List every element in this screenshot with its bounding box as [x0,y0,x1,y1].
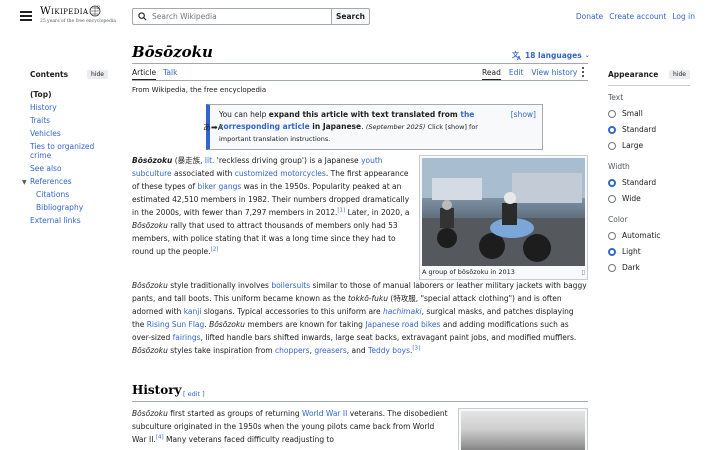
svg-text:A: A [517,56,521,60]
section-edit-link[interactable]: [ edit ] [183,390,205,398]
motorcycle-group-photo[interactable] [422,158,585,266]
toc-item-traits[interactable]: Traits [30,116,108,125]
infobox-image[interactable]: A group of bōsōzoku in 2013 ▯ [419,155,588,280]
create-account-link[interactable]: Create account [609,12,666,21]
user-links: Donate Create account Log in [576,12,695,21]
toc-item-ties-to-organized-crime[interactable]: Ties to organized crime [30,142,108,160]
radio-selected-icon[interactable] [608,125,616,134]
logo-subtitle: 25 years of the free encyclopedia [40,19,116,24]
wikipedia-logo[interactable]: Wikipedia 25 25 years of the free encycl… [40,5,116,24]
chevron-down-icon: ⌄ [584,51,590,59]
toc-item-external-links[interactable]: External links [30,216,108,225]
table-of-contents: Contents hide (Top) History Traits Vehic… [22,68,108,225]
text-size-label: Text [608,93,624,102]
search-input[interactable] [152,12,322,21]
image-caption: A group of bōsōzoku in 2013 ▯ [422,268,585,276]
language-button[interactable]: 文A 18 languages ⌄ [512,50,590,60]
width-wide[interactable]: Wide [608,194,690,203]
notice-text: You can help expand this article with te… [219,110,478,143]
more-tools-icon[interactable] [582,67,586,79]
tab-read[interactable]: Read [482,68,501,80]
tab-talk[interactable]: Talk [163,68,177,80]
toc-item-vehicles[interactable]: Vehicles [30,129,108,138]
main-menu-icon[interactable] [20,11,32,21]
search-button[interactable]: Search [331,8,370,25]
toc-item-references-label: References [30,177,72,186]
history-image[interactable] [458,408,588,450]
color-label: Color [608,215,628,224]
color-light[interactable]: Light [608,247,690,256]
text-size-standard[interactable]: Standard [608,125,690,134]
radio-icon[interactable] [608,109,616,118]
toc-item-see-also[interactable]: See also [30,164,108,173]
section-divider [132,401,588,402]
tab-article[interactable]: Article [132,68,157,80]
chevron-down-icon[interactable]: ▼ [22,178,27,187]
radio-icon[interactable] [608,263,616,272]
log-in-link[interactable]: Log in [672,12,695,21]
search-field[interactable] [132,8,331,25]
toc-item-references[interactable]: ▼ References [22,177,108,186]
toc-hide-button[interactable]: hide [87,69,108,79]
show-button[interactable]: [show] [511,109,536,121]
radio-selected-icon[interactable] [608,247,616,256]
section-heading-history: History [132,383,182,397]
toc-item-bibliography[interactable]: Bibliography [30,203,108,212]
appearance-panel: Appearance hide Text Small Standard Larg… [608,68,690,272]
history-photo[interactable] [461,411,585,450]
title-divider [132,63,588,64]
enlarge-icon[interactable]: ▯ [581,268,585,276]
tab-view-history[interactable]: View history [531,68,577,80]
radio-icon[interactable] [608,141,616,150]
text-size-small[interactable]: Small [608,109,690,118]
view-tabs: Read Edit View history [482,68,577,80]
translate-icon: 文A [512,50,521,60]
search-icon [138,12,147,21]
translation-notice: あ➡A You can help expand this article wit… [203,104,543,150]
tab-edit[interactable]: Edit [509,68,524,80]
radio-icon[interactable] [608,231,616,240]
color-dark[interactable]: Dark [608,263,690,272]
namespace-tabs: Article Talk [132,68,177,80]
toc-item-citations[interactable]: Citations [30,190,108,199]
radio-selected-icon[interactable] [608,178,616,187]
toc-item-history[interactable]: History [30,103,108,112]
page-title: Bōsōzoku [132,43,213,61]
globe-icon: 25 [90,5,101,17]
history-paragraph: Bōsōzoku first started as groups of retu… [132,409,448,444]
style-paragraph: Bōsōzoku style traditionally involves bo… [132,281,587,355]
text-size-large[interactable]: Large [608,141,690,150]
width-label: Width [608,162,630,171]
donate-link[interactable]: Donate [576,12,603,21]
appearance-divider [608,85,690,86]
lead-paragraph: Bōsōzoku (暴走族, lit. 'reckless driving gr… [132,156,410,256]
appearance-hide-button[interactable]: hide [669,69,690,79]
color-automatic[interactable]: Automatic [608,231,690,240]
toc-title: Contents [30,69,69,79]
language-count: 18 languages [525,50,582,60]
svg-text:25: 25 [97,5,101,11]
width-standard[interactable]: Standard [608,178,690,187]
logo-title: Wikipedia [40,5,89,17]
site-header: Wikipedia 25 25 years of the free encycl… [0,0,720,34]
radio-icon[interactable] [608,194,616,203]
toc-item-top[interactable]: (Top) [30,90,108,99]
tabs-divider [132,80,588,81]
appearance-title: Appearance [608,69,659,79]
site-subtitle: From Wikipedia, the free encyclopedia [132,86,267,94]
